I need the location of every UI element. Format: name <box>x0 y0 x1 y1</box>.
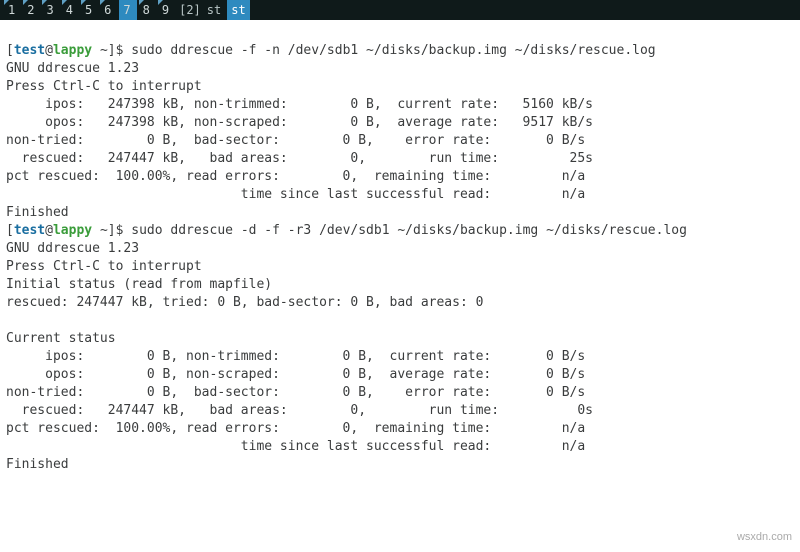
terminal-output[interactable]: [test@lappy ~]$ sudo ddrescue -f -n /dev… <box>0 20 800 474</box>
current-status-header: Current status <box>6 331 116 346</box>
status-row: ipos: 0 B, non-trimmed: 0 B, current rat… <box>6 349 585 364</box>
status-row: ipos: 247398 kB, non-trimmed: 0 B, curre… <box>6 97 593 112</box>
status-row: pct rescued: 100.00%, read errors: 0, re… <box>6 169 585 184</box>
workspace-group-indicator: [2] <box>177 1 203 19</box>
workspace-tab-1[interactable]: 1 <box>4 0 21 20</box>
workspace-tab-7[interactable]: 7 <box>119 0 136 20</box>
prompt-line-1: [test@lappy ~]$ sudo ddrescue -f -n /dev… <box>6 43 656 58</box>
initial-status-line: rescued: 247447 kB, tried: 0 B, bad-sect… <box>6 295 483 310</box>
output-banner-2: GNU ddrescue 1.23 <box>6 241 139 256</box>
status-row: time since last successful read: n/a <box>6 187 585 202</box>
command-1: sudo ddrescue -f -n /dev/sdb1 ~/disks/ba… <box>131 43 655 58</box>
status-row: pct rescued: 100.00%, read errors: 0, re… <box>6 421 585 436</box>
workspace-tab-9[interactable]: 9 <box>158 0 175 20</box>
window-tab-st-2[interactable]: st <box>227 0 249 20</box>
status-row: non-tried: 0 B, bad-sector: 0 B, error r… <box>6 133 585 148</box>
output-banner-1: GNU ddrescue 1.23 <box>6 61 139 76</box>
output-finished-1: Finished <box>6 205 69 220</box>
workspace-tab-5[interactable]: 5 <box>81 0 98 20</box>
output-press-2: Press Ctrl-C to interrupt <box>6 259 202 274</box>
output-finished-2: Finished <box>6 457 69 472</box>
workspace-tab-8[interactable]: 8 <box>139 0 156 20</box>
workspace-tab-4[interactable]: 4 <box>62 0 79 20</box>
output-press-1: Press Ctrl-C to interrupt <box>6 79 202 94</box>
prompt-line-2: [test@lappy ~]$ sudo ddrescue -d -f -r3 … <box>6 223 687 238</box>
status-row: rescued: 247447 kB, bad areas: 0, run ti… <box>6 151 593 166</box>
workspace-tab-6[interactable]: 6 <box>100 0 117 20</box>
workspace-tab-3[interactable]: 3 <box>42 0 59 20</box>
status-row: time since last successful read: n/a <box>6 439 585 454</box>
status-row: opos: 247398 kB, non-scraped: 0 B, avera… <box>6 115 593 130</box>
workspace-tab-2[interactable]: 2 <box>23 0 40 20</box>
status-row: non-tried: 0 B, bad-sector: 0 B, error r… <box>6 385 585 400</box>
window-tab-bar: 1 2 3 4 5 6 7 8 9 [2] st st <box>0 0 800 20</box>
status-row: rescued: 247447 kB, bad areas: 0, run ti… <box>6 403 593 418</box>
command-2: sudo ddrescue -d -f -r3 /dev/sdb1 ~/disk… <box>131 223 687 238</box>
window-tab-st-1[interactable]: st <box>203 0 225 20</box>
status-row: opos: 0 B, non-scraped: 0 B, average rat… <box>6 367 585 382</box>
watermark: wsxdn.com <box>737 528 792 546</box>
initial-status-header: Initial status (read from mapfile) <box>6 277 272 292</box>
